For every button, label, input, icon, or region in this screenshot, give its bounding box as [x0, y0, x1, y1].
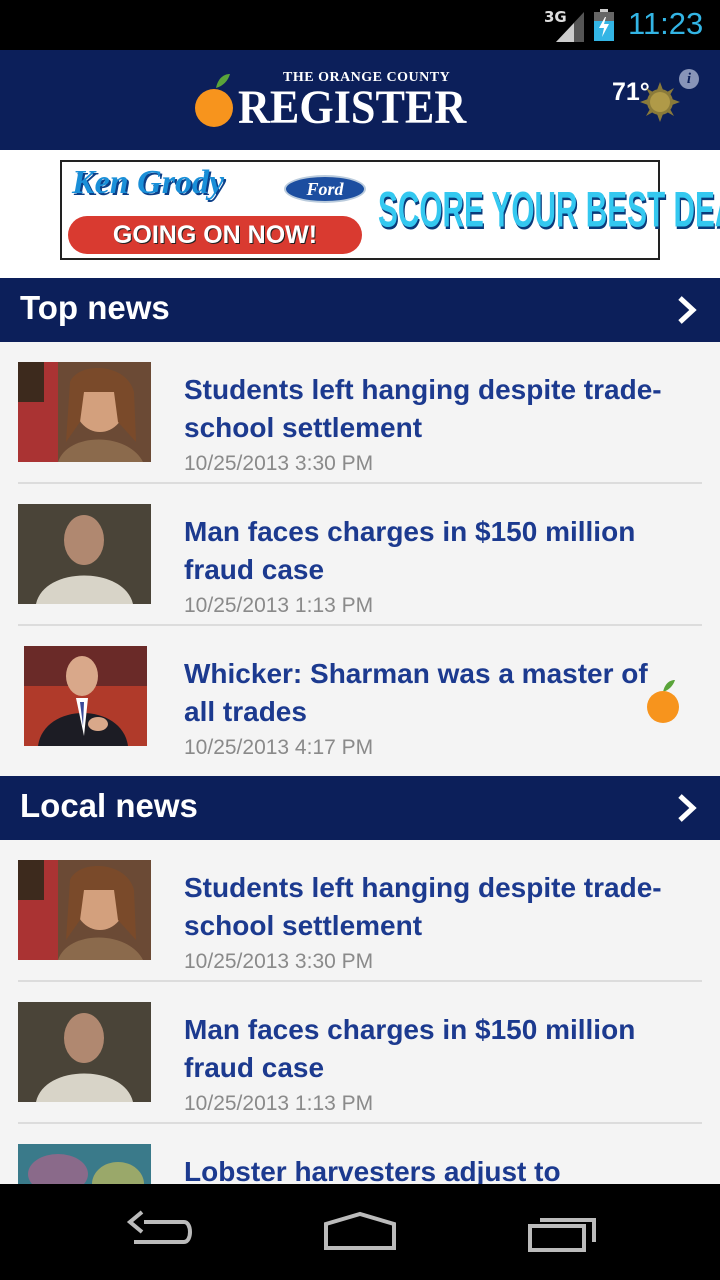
section-title: Top news: [20, 289, 170, 326]
ford-badge: Ford: [284, 175, 366, 203]
article-headline[interactable]: Lobster harvesters adjust to: [184, 1153, 684, 1184]
chevron-right-icon: [678, 296, 697, 324]
list-item[interactable]: Students left hanging despite trade-scho…: [0, 342, 720, 484]
ad-tagline: SCORE YOUR BEST DEAL!: [378, 182, 720, 239]
article-date: 10/25/2013 1:13 PM: [184, 1092, 374, 1115]
app-header: THE ORANGE COUNTY REGISTER 71° i: [0, 50, 720, 150]
back-icon[interactable]: [124, 1208, 196, 1256]
system-nav-bar: [0, 1184, 720, 1280]
list-item[interactable]: Students left hanging despite trade-scho…: [0, 840, 720, 982]
article-thumbnail: [18, 1144, 151, 1184]
article-date: 10/25/2013 4:17 PM: [184, 736, 374, 759]
article-headline[interactable]: Students left hanging despite trade-scho…: [184, 371, 684, 447]
status-bar: 3G 11:23: [0, 0, 720, 50]
ad-brand: Ken Grody: [72, 164, 225, 201]
list-item[interactable]: Lobster harvesters adjust to: [0, 1124, 720, 1184]
orange-logo-icon: [195, 74, 233, 127]
logo-title: REGISTER: [238, 81, 467, 134]
article-headline[interactable]: Students left hanging despite trade-scho…: [184, 869, 684, 945]
ad-banner-area: Ken Grody Ford GOING ON NOW! SCORE YOUR …: [0, 150, 720, 278]
section-header-local-news[interactable]: Local news: [0, 776, 720, 840]
article-headline[interactable]: Whicker: Sharman was a master of all tra…: [184, 655, 684, 731]
signal-icon: [556, 12, 584, 42]
list-item[interactable]: Man faces charges in $150 million fraud …: [0, 484, 720, 626]
ad-cta: GOING ON NOW!: [68, 216, 362, 254]
article-thumbnail: [18, 362, 151, 462]
list-item[interactable]: Whicker: Sharman was a master of all tra…: [0, 626, 720, 768]
clock: 11:23: [628, 6, 704, 41]
recents-icon[interactable]: [526, 1208, 598, 1256]
article-thumbnail: [24, 646, 147, 746]
article-thumbnail: [18, 1002, 151, 1102]
sun-icon[interactable]: [640, 82, 680, 122]
ad-banner[interactable]: Ken Grody Ford GOING ON NOW! SCORE YOUR …: [60, 160, 720, 260]
article-date: 10/25/2013 1:13 PM: [184, 594, 374, 617]
article-thumbnail: [18, 504, 151, 604]
battery-icon: [594, 9, 614, 41]
article-headline[interactable]: Man faces charges in $150 million fraud …: [184, 1011, 684, 1087]
news-feed[interactable]: Ken Grody Ford GOING ON NOW! SCORE YOUR …: [0, 150, 720, 1184]
info-icon[interactable]: i: [679, 69, 699, 89]
article-headline[interactable]: Man faces charges in $150 million fraud …: [184, 513, 684, 589]
home-icon[interactable]: [322, 1208, 398, 1256]
article-thumbnail: [18, 860, 151, 960]
chevron-right-icon: [678, 794, 697, 822]
article-date: 10/25/2013 3:30 PM: [184, 452, 374, 475]
section-header-top-news[interactable]: Top news: [0, 278, 720, 342]
orange-icon[interactable]: [645, 678, 681, 724]
article-date: 10/25/2013 3:30 PM: [184, 950, 374, 973]
list-item[interactable]: Man faces charges in $150 million fraud …: [0, 982, 720, 1124]
section-title: Local news: [20, 787, 198, 824]
